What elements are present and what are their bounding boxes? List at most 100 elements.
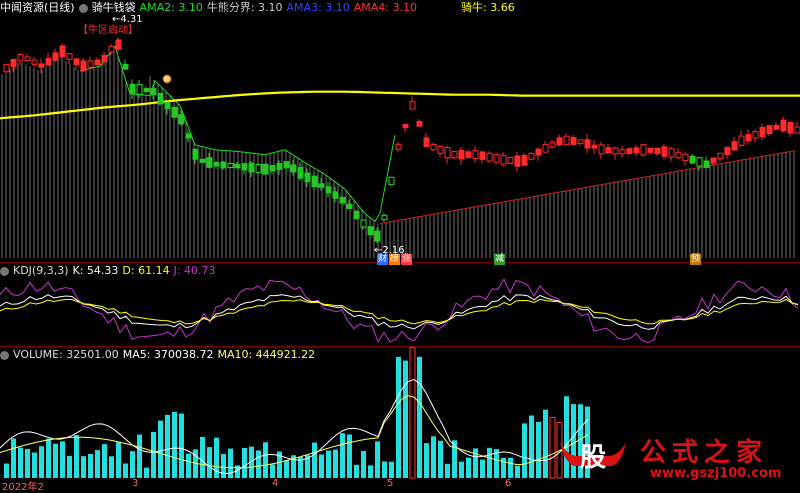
- kdj-header: KDJ(9,3,3) K: 54.33 D: 61.14 J: 40.73: [0, 264, 216, 278]
- volume-bar: [368, 465, 373, 478]
- candle-body: [192, 148, 199, 160]
- volume-toggle-icon[interactable]: [0, 350, 9, 360]
- candle-body: [570, 137, 577, 145]
- panel-divider: [0, 262, 800, 263]
- candle-body: [80, 60, 87, 72]
- candle-body: [703, 160, 710, 168]
- candle-body: [493, 154, 500, 163]
- event-flag[interactable]: 榜: [389, 254, 400, 265]
- candle-body: [738, 135, 745, 146]
- candle-body: [451, 151, 458, 159]
- volume-bar: [326, 450, 331, 478]
- volume-bar: [431, 436, 436, 478]
- candle-body: [220, 161, 227, 169]
- candle-body: [731, 141, 738, 151]
- volume-bar: [340, 433, 345, 478]
- candle-body: [759, 126, 766, 138]
- volume-bar: [60, 441, 65, 478]
- volume-bar: [424, 443, 429, 478]
- volume-bar: [207, 447, 212, 478]
- event-flag[interactable]: 预: [690, 254, 701, 265]
- candle-body: [304, 172, 311, 183]
- volume-ma10-value: MA10: 444921.22: [217, 348, 316, 361]
- candle-body: [178, 114, 185, 125]
- candle-body: [94, 59, 101, 66]
- candle-body: [549, 142, 556, 148]
- ama4-value: AMA4: 3.10: [353, 1, 417, 14]
- candle-body: [619, 149, 626, 155]
- volume-name[interactable]: VOLUME: 32501.00: [13, 348, 119, 362]
- volume-bar: [256, 450, 261, 478]
- volume-bar: [109, 456, 114, 478]
- kdj-name[interactable]: KDJ(9,3,3): [13, 264, 69, 278]
- candle-body: [598, 144, 605, 155]
- volume-bar: [375, 441, 380, 478]
- volume-bar: [242, 447, 247, 478]
- volume-bar: [480, 459, 485, 478]
- watermark-logo-icon: 股: [560, 442, 626, 473]
- volume-bar: [543, 409, 548, 478]
- watermark-text: 公式之家: [640, 438, 769, 468]
- candle-body: [52, 52, 59, 61]
- candle-body: [668, 148, 675, 158]
- candle-body: [710, 157, 717, 164]
- kdj-toggle-icon[interactable]: [0, 266, 9, 276]
- candle-body: [465, 151, 472, 159]
- volume-bar: [487, 447, 492, 478]
- candle-body: [591, 144, 598, 149]
- volume-bar: [263, 442, 268, 478]
- candle-body: [59, 45, 66, 58]
- volume-bar: [144, 467, 149, 478]
- candle-body: [206, 157, 213, 168]
- candle-body: [773, 124, 780, 130]
- candle-body: [66, 53, 73, 60]
- candle-body: [185, 133, 192, 139]
- chart-stage: 中闻资源(日线) 骑牛钱袋 AMA2: 3.10 牛熊分界: 3.10 AMA3…: [0, 0, 800, 493]
- volume-bar: [102, 444, 107, 478]
- candle-body: [416, 120, 423, 127]
- kdj-k-line: [0, 294, 799, 330]
- candle-body: [108, 46, 115, 53]
- candle-body: [87, 60, 94, 68]
- candle-body: [73, 58, 80, 66]
- event-flag[interactable]: 涨: [401, 254, 412, 265]
- candle-body: [262, 163, 269, 175]
- volume-bar: [172, 411, 177, 478]
- indicator-name[interactable]: 骑牛钱袋: [92, 1, 136, 15]
- symbol-title[interactable]: 中闻资源(日线): [0, 1, 75, 15]
- candle-body: [752, 131, 759, 139]
- volume-bar: [361, 451, 366, 478]
- volume-bar: [74, 435, 79, 478]
- candle-body: [157, 92, 164, 105]
- volume-bar: [116, 442, 121, 478]
- candle-body: [199, 158, 206, 163]
- candle-body: [633, 147, 640, 154]
- x-tick-label: 3: [132, 478, 139, 489]
- volume-bar: [333, 449, 338, 478]
- candle-body: [360, 219, 367, 228]
- event-flag[interactable]: 财: [377, 254, 388, 265]
- candle-body: [794, 126, 800, 134]
- candle-body: [724, 146, 731, 156]
- volume-bar: [466, 457, 471, 478]
- candle-body: [276, 163, 283, 170]
- kdj-d-line: [0, 298, 799, 325]
- support-line: [379, 150, 796, 225]
- candle-body: [458, 149, 465, 160]
- candle-body: [17, 54, 24, 62]
- volume-ma5-value: MA5: 370038.72: [122, 348, 214, 361]
- x-tick-label: 2022年2: [2, 482, 44, 493]
- candle-body: [402, 124, 409, 129]
- candle-body: [332, 191, 339, 199]
- bull-signal-marker: [162, 74, 172, 84]
- candle-body: [367, 226, 374, 236]
- candle-body: [675, 152, 682, 159]
- volume-bar: [389, 461, 394, 478]
- candle-body: [283, 161, 290, 169]
- volume-bar: [396, 356, 401, 478]
- candle-body: [577, 139, 584, 145]
- candle-body: [353, 210, 360, 220]
- watermark-url: www.gszj100.com: [650, 466, 782, 481]
- indicator-toggle-icon[interactable]: [78, 3, 88, 13]
- event-flag[interactable]: 减: [494, 254, 505, 265]
